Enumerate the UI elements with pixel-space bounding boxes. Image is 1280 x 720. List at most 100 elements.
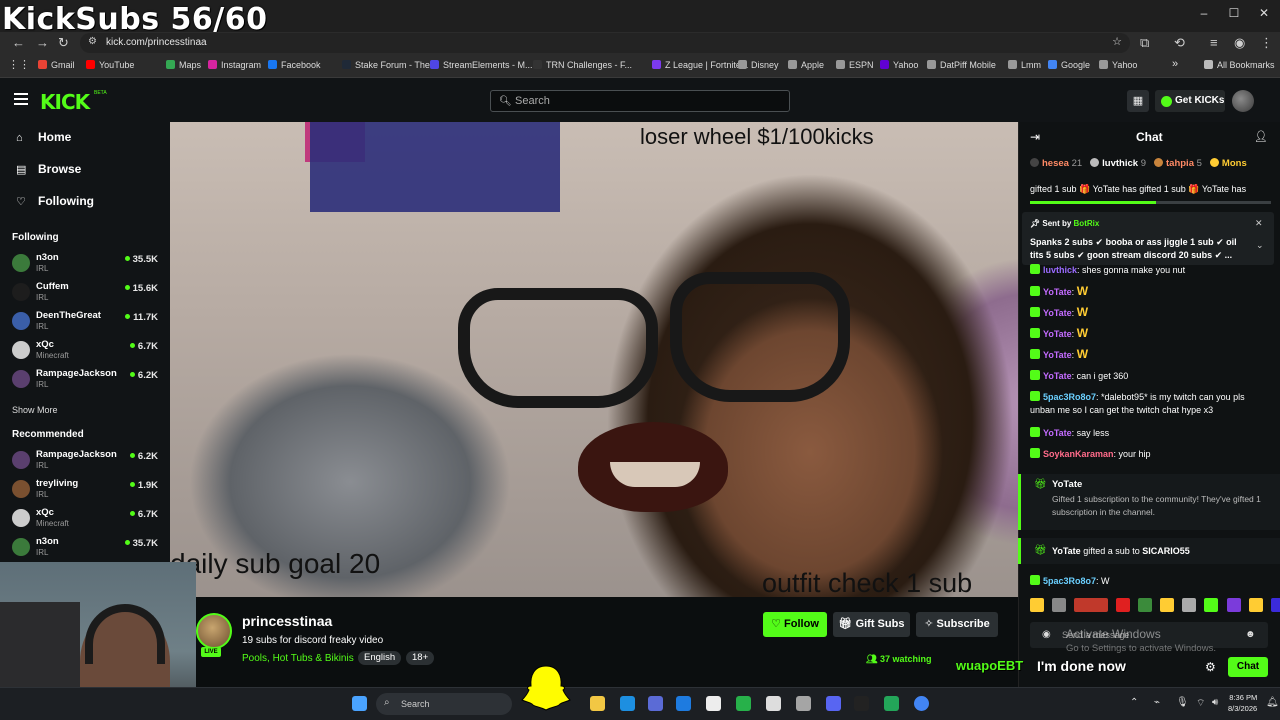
leaderboard-entry[interactable]: Mons <box>1209 158 1247 169</box>
store-icon[interactable] <box>648 696 663 711</box>
chat-username[interactable]: SoykanKaraman <box>1043 449 1114 459</box>
gift-subs-button[interactable]: 🎁︎ Gift Subs <box>833 612 910 637</box>
chat-username[interactable]: YoTate <box>1043 350 1072 360</box>
url-input[interactable]: ⚙ kick.com/princesstinaa ☆ <box>80 33 1130 53</box>
leaderboard-entry[interactable]: tahpia 5 <box>1154 158 1202 169</box>
sidebar-channel[interactable]: n3on IRL 35.7K <box>12 536 162 562</box>
outlook-icon[interactable] <box>676 696 691 711</box>
chat-username[interactable]: luvthick <box>1043 265 1077 275</box>
pinned-user[interactable]: BotRix <box>1074 219 1100 228</box>
video-player[interactable]: loser wheel $1/100kicks daily sub goal 2… <box>170 122 1018 597</box>
emote-icon[interactable] <box>1052 598 1067 612</box>
emote-icon[interactable] <box>1030 598 1044 612</box>
chat-username[interactable]: YoTate <box>1043 308 1072 318</box>
emote-icon[interactable] <box>1074 598 1109 612</box>
chat-users-icon[interactable]: 👤︎ <box>1254 130 1268 143</box>
emote-icon[interactable] <box>1138 598 1153 612</box>
terminal-icon[interactable] <box>854 696 869 711</box>
sidebar-channel[interactable]: RampageJackson IRL 6.2K <box>12 449 162 475</box>
chat-username[interactable]: 5pac3Ro8o7 <box>1043 392 1096 402</box>
chat-username[interactable]: 5pac3Ro8o7 <box>1043 576 1096 586</box>
itunes-icon[interactable] <box>706 696 721 711</box>
stream-category[interactable]: Pools, Hot Tubs & Bikinis <box>242 653 354 664</box>
bookmark-item[interactable]: ESPN <box>836 60 874 70</box>
network-icon[interactable]: ⌁ <box>1154 697 1160 708</box>
windows-start-icon[interactable] <box>352 696 367 711</box>
app-icon[interactable] <box>736 696 751 711</box>
profile-icon[interactable]: ◉ <box>1234 35 1245 51</box>
chat-username[interactable]: YoTate <box>1043 329 1072 339</box>
menu-icon[interactable] <box>14 93 28 105</box>
apps-icon[interactable]: ⋮⋮ <box>8 58 30 71</box>
leaderboard-entry[interactable]: luvthick 9 <box>1090 158 1146 169</box>
taskbar-search[interactable] <box>376 693 512 715</box>
chat-settings-icon[interactable]: ⚙ <box>1205 660 1216 674</box>
bookmark-item[interactable]: Gmail <box>38 60 75 70</box>
bookmark-item[interactable]: YouTube <box>86 60 134 70</box>
edge-icon[interactable] <box>620 696 635 711</box>
forward-icon[interactable]: → <box>36 35 49 50</box>
streamer-dashboard-button[interactable]: ▦ <box>1127 90 1149 112</box>
history-icon[interactable]: ⟲ <box>1174 35 1185 51</box>
sidebar-channel[interactable]: xQc Minecraft 6.7K <box>12 507 162 533</box>
bookmark-item[interactable]: Stake Forum - The... <box>342 60 437 70</box>
streamer-avatar[interactable] <box>196 613 232 649</box>
bookmark-item[interactable]: Yahoo <box>1099 60 1137 70</box>
wifi-icon[interactable]: ⌔ <box>1196 697 1205 710</box>
sidebar-channel[interactable]: n3on IRL 35.5K <box>12 252 162 278</box>
file-explorer-icon[interactable] <box>590 696 605 711</box>
bookmark-item[interactable]: Facebook <box>268 60 321 70</box>
app-icon[interactable] <box>884 696 899 711</box>
subscribe-button[interactable]: ✧ Subscribe <box>916 612 998 637</box>
reload-icon[interactable]: ↻ <box>58 35 69 51</box>
maximize-icon[interactable]: ☐ <box>1218 6 1250 26</box>
sidebar-channel[interactable]: RampageJackson IRL 6.2K <box>12 368 162 394</box>
extensions-icon[interactable]: ⧉ <box>1140 35 1149 51</box>
sidebar-channel[interactable]: DeenTheGreat IRL 11.7K <box>12 310 162 336</box>
bookmark-item[interactable]: Maps <box>166 60 201 70</box>
collapse-chat-icon[interactable]: ⇥ <box>1030 130 1040 144</box>
get-kicks-button[interactable]: Get KICKs <box>1155 90 1225 112</box>
close-icon[interactable]: ✕ <box>1248 6 1280 26</box>
kick-logo[interactable]: KICK <box>40 90 90 114</box>
tab-search-icon[interactable]: ≡ <box>1210 35 1218 50</box>
show-more-link[interactable]: Show More <box>12 405 58 415</box>
emote-picker-icon[interactable]: ☻ <box>1245 629 1256 640</box>
bookmark-item[interactable]: Apple <box>788 60 824 70</box>
all-bookmarks[interactable]: All Bookmarks <box>1204 60 1275 70</box>
gift-event-user[interactable]: YoTate <box>1052 546 1081 556</box>
user-avatar[interactable] <box>1232 90 1254 112</box>
emote-icon[interactable] <box>1116 598 1131 612</box>
system-clock[interactable]: 8:36 PM 8/3/2026 <box>1228 692 1257 714</box>
sidebar-channel[interactable]: Cuffem IRL 15.6K <box>12 281 162 307</box>
chat-username[interactable]: YoTate <box>1043 371 1072 381</box>
chevron-down-icon[interactable]: ⌄ <box>1256 240 1264 251</box>
site-info-icon[interactable]: ⚙ <box>88 36 97 47</box>
tray-chevron-icon[interactable]: ⌃ <box>1130 697 1138 708</box>
minimize-icon[interactable]: – <box>1188 6 1220 26</box>
emote-icon[interactable] <box>1248 598 1263 612</box>
back-icon[interactable]: ← <box>12 35 25 50</box>
sidebar-channel[interactable]: xQc Minecraft 6.7K <box>12 339 162 365</box>
emoji-picker-icon[interactable]: ◉ <box>1042 629 1051 640</box>
gift-event-target[interactable]: SICARIO55 <box>1142 546 1190 556</box>
volume-icon[interactable]: 🔊︎ <box>1212 697 1218 708</box>
leaderboard-entry[interactable]: hesea 21 <box>1030 158 1082 169</box>
sub-event-user[interactable]: YoTate <box>1052 479 1082 490</box>
bookmark-item[interactable]: Instagram <box>208 60 261 70</box>
more-menu-icon[interactable]: ⋮ <box>1260 35 1273 51</box>
sidebar-item-following[interactable]: ♡ Following <box>16 194 94 208</box>
bookmark-item[interactable]: Disney <box>738 60 779 70</box>
bookmark-item[interactable]: Google <box>1048 60 1090 70</box>
streamer-name[interactable]: princesstinaa <box>242 613 332 629</box>
discord-icon[interactable] <box>826 696 841 711</box>
mic-icon[interactable]: 🎙︎ <box>1176 697 1189 708</box>
emote-icon[interactable] <box>1204 598 1219 612</box>
app-icon[interactable] <box>796 696 811 711</box>
chat-username[interactable]: YoTate <box>1043 428 1072 438</box>
emote-icon[interactable] <box>1182 598 1197 612</box>
bookmark-item[interactable]: Yahoo <box>880 60 918 70</box>
emote-icon[interactable] <box>1270 598 1280 612</box>
sidebar-item-home[interactable]: ⌂ Home <box>16 130 71 144</box>
bookmark-item[interactable]: DatPiff Mobile <box>927 60 996 70</box>
